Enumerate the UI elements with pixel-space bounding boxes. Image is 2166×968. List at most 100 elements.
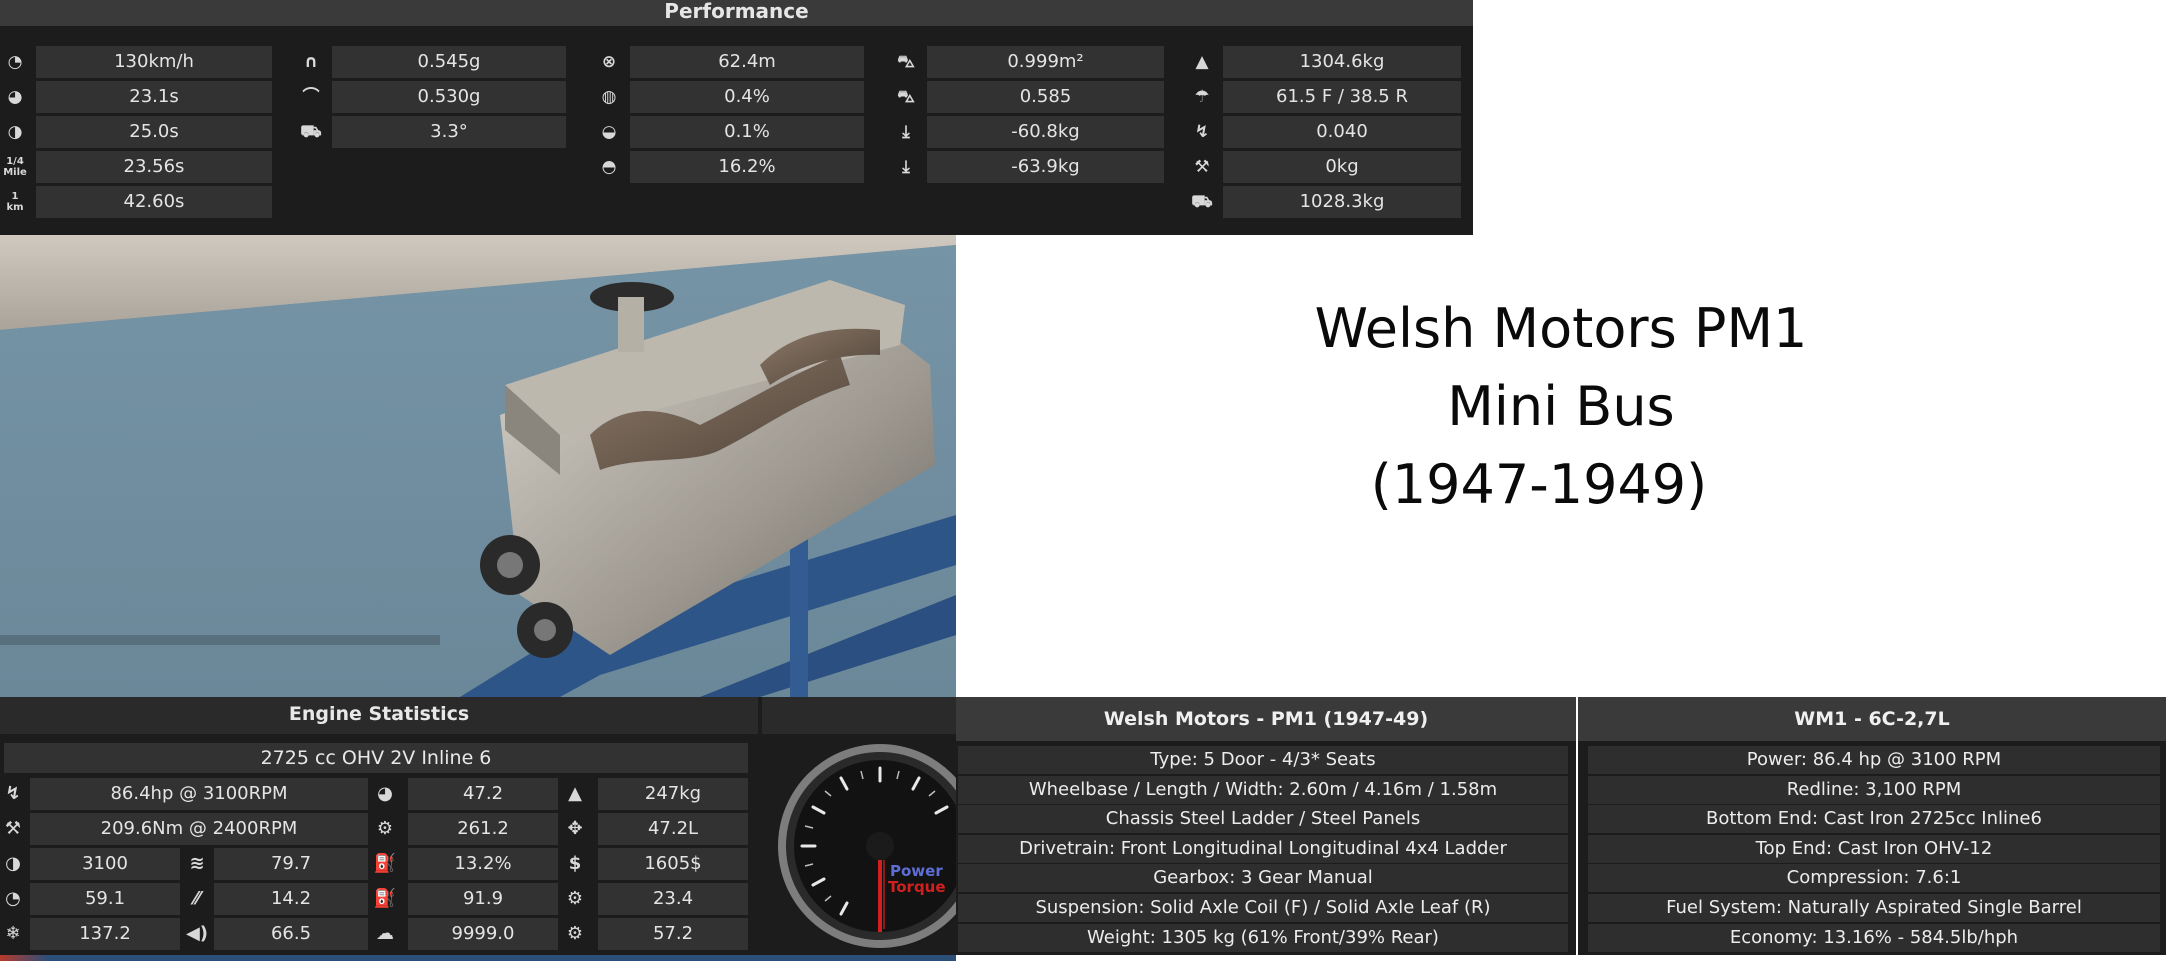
car-info-line: Drivetrain: Front Longitudinal Longitudi… bbox=[958, 835, 1568, 863]
stat-value: 247kg bbox=[598, 778, 748, 810]
size-arrows-icon: ✥ bbox=[567, 818, 583, 839]
engine-info-line: Power: 86.4 hp @ 3100 RPM bbox=[1588, 746, 2160, 774]
tuning-weight-icon: ⚒ bbox=[1194, 157, 1210, 177]
braking-distance-icon: ⊗ bbox=[601, 52, 617, 72]
wrench-icon: ⚒ bbox=[4, 818, 22, 839]
gear-icon: ⚙ bbox=[566, 923, 584, 944]
smoothness-icon: ≋ bbox=[189, 853, 205, 874]
title-car-type: Mini Bus bbox=[1447, 375, 1675, 438]
car-info-line: Type: 5 Door - 4/3* Seats bbox=[958, 746, 1568, 774]
stat-value: 137.2 bbox=[30, 918, 180, 950]
engine-statistics-title: Engine Statistics bbox=[0, 697, 758, 734]
stat-value: 261.2 bbox=[408, 813, 558, 845]
stat-value: 0.040 bbox=[1223, 116, 1461, 148]
acceleration-0-160-icon: ◑ bbox=[7, 122, 23, 142]
stat-value: 42.60s bbox=[36, 186, 272, 218]
stat-value: 9999.0 bbox=[408, 918, 558, 950]
stat-value: 13.2% bbox=[408, 848, 558, 880]
stat-value: 23.4 bbox=[598, 883, 748, 915]
car-info-title: Welsh Motors - PM1 (1947-49) bbox=[956, 697, 1576, 741]
oversteer-icon: ◒ bbox=[601, 122, 617, 142]
quarter-mile-icon: 1/4 Mile bbox=[3, 156, 27, 178]
weight-icon: ▲ bbox=[1195, 52, 1209, 72]
stat-value: -63.9kg bbox=[927, 151, 1164, 183]
stat-value: 0.999m² bbox=[927, 46, 1164, 78]
engine-info-line: Compression: 7.6:1 bbox=[1588, 864, 2160, 892]
one-km-icon: 1 km bbox=[6, 191, 24, 213]
body-roll-icon: ⛟ bbox=[300, 122, 322, 142]
emissions-icon: ☁ bbox=[376, 923, 394, 944]
engine-info-line: Fuel System: Naturally Aspirated Single … bbox=[1588, 894, 2160, 922]
stat-value: 3.3° bbox=[332, 116, 566, 148]
engine-info-title: WM1 - 6C-2,7L bbox=[1578, 697, 2166, 741]
stat-value: -60.8kg bbox=[927, 116, 1164, 148]
stat-value: 23.56s bbox=[36, 151, 272, 183]
stat-value: 1605$ bbox=[598, 848, 748, 880]
stat-value: 61.5 F / 38.5 R bbox=[1223, 81, 1461, 113]
stat-value: 57.2 bbox=[598, 918, 748, 950]
snowflake-icon: ❄ bbox=[5, 923, 21, 944]
brake-fade-icon: ◓ bbox=[601, 157, 617, 177]
stat-value: 3100 bbox=[30, 848, 180, 880]
fuel-economy-icon: ◕ bbox=[377, 783, 393, 804]
fuel-station-icon: ⛽ bbox=[373, 888, 397, 909]
weight-distribution-icon: ☂ bbox=[1194, 87, 1210, 107]
car-info-line: Gearbox: 3 Gear Manual bbox=[958, 864, 1568, 892]
engine-render-image bbox=[0, 235, 956, 697]
car-info-line: Suspension: Solid Axle Coil (F) / Solid … bbox=[958, 894, 1568, 922]
car-info-line: Weight: 1305 kg (61% Front/39% Rear) bbox=[958, 924, 1568, 952]
efficiency-icon: ⚙ bbox=[376, 818, 394, 839]
stat-value: 66.5 bbox=[214, 918, 368, 950]
cornering-low-speed-icon: ∩ bbox=[304, 52, 318, 72]
engine-info-line: Top End: Cast Iron OHV-12 bbox=[1588, 835, 2160, 863]
stat-value: 91.9 bbox=[408, 883, 558, 915]
bottom-tab-strip bbox=[0, 955, 956, 961]
rear-downforce-icon: ⤓ bbox=[902, 157, 910, 177]
gauge-header bbox=[762, 697, 956, 734]
stat-value: 1304.6kg bbox=[1223, 46, 1461, 78]
reliability-icon: ⁄⁄ bbox=[193, 888, 200, 909]
stat-value: 16.2% bbox=[630, 151, 864, 183]
cost-icon: $ bbox=[568, 853, 582, 874]
stat-value: 47.2 bbox=[408, 778, 558, 810]
towing-capacity-icon: ⛟ bbox=[1191, 192, 1213, 212]
stat-value: 0.530g bbox=[332, 81, 566, 113]
top-speed-icon: ◔ bbox=[7, 52, 23, 72]
stat-value: 130km/h bbox=[36, 46, 272, 78]
speaker-icon: ◀) bbox=[185, 923, 209, 944]
stat-value: 0kg bbox=[1223, 151, 1461, 183]
torque-legend-label: Torque bbox=[888, 878, 946, 896]
stat-value: 0.1% bbox=[630, 116, 864, 148]
engine-info-line: Economy: 13.16% - 584.5lb/hph bbox=[1588, 924, 2160, 952]
car-info-line: Wheelbase / Length / Width: 2.60m / 4.16… bbox=[958, 776, 1568, 804]
engine-info-line: Redline: 3,100 RPM bbox=[1588, 776, 2160, 804]
engine-render-viewport[interactable] bbox=[0, 235, 956, 697]
stat-value: 23.1s bbox=[36, 81, 272, 113]
frontal-area-icon: ⛍ bbox=[897, 52, 915, 72]
engine-description: 2725 cc OHV 2V Inline 6 bbox=[4, 743, 748, 773]
stat-value: 1028.3kg bbox=[1223, 186, 1461, 218]
understeer-icon: ◍ bbox=[601, 87, 617, 107]
stat-value: 0.585 bbox=[927, 81, 1164, 113]
stat-value: 47.2L bbox=[598, 813, 748, 845]
power-to-weight-icon: ↯ bbox=[1194, 122, 1210, 142]
tachometer-gauge bbox=[778, 744, 956, 948]
responsiveness-icon: ◔ bbox=[5, 888, 21, 909]
car-info-line: Chassis Steel Ladder / Steel Panels bbox=[958, 805, 1568, 833]
rpm-gauge-icon: ◑ bbox=[5, 853, 21, 874]
power-torque-gauge-panel bbox=[758, 697, 956, 955]
drag-coefficient-icon: ⛍ bbox=[897, 87, 915, 107]
front-downforce-icon: ⤓ bbox=[902, 122, 910, 142]
stat-value: 79.7 bbox=[214, 848, 368, 880]
service-icon: ⚙ bbox=[566, 888, 584, 909]
title-card: Welsh Motors PM1 Mini Bus (1947-1949) bbox=[956, 235, 2166, 697]
weight-icon: ▲ bbox=[568, 783, 582, 804]
cornering-high-speed-icon: ⌒ bbox=[302, 87, 320, 107]
stat-value: 14.2 bbox=[214, 883, 368, 915]
stat-value: 25.0s bbox=[36, 116, 272, 148]
stat-value: 86.4hp @ 3100RPM bbox=[30, 778, 368, 810]
stat-value: 0.545g bbox=[332, 46, 566, 78]
acceleration-0-100-icon: ◕ bbox=[7, 87, 23, 107]
power-icon: ↯ bbox=[5, 783, 21, 804]
stat-value: 62.4m bbox=[630, 46, 864, 78]
